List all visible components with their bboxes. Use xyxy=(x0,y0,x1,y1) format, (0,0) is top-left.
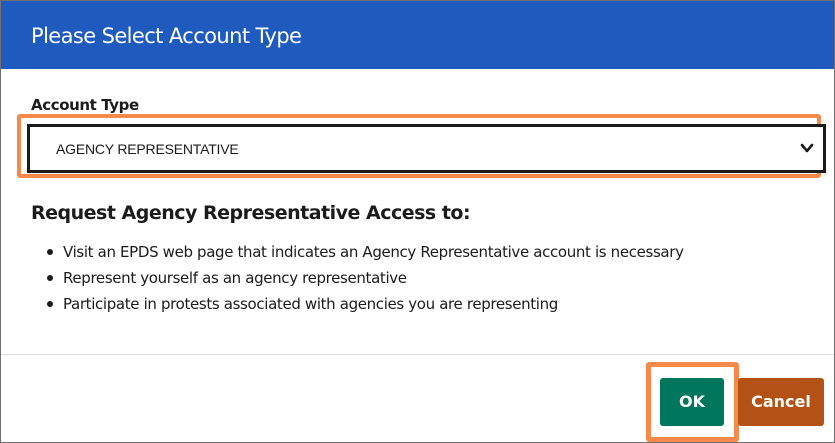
ok-button[interactable]: OK xyxy=(660,378,724,426)
chevron-down-icon xyxy=(800,143,814,153)
account-type-label: Account Type xyxy=(31,96,139,114)
list-item: Participate in protests associated with … xyxy=(47,291,684,317)
account-type-select[interactable]: AGENCY REPRESENTATIVE xyxy=(27,124,826,173)
list-item-text: Represent yourself as an agency represen… xyxy=(63,269,407,287)
footer-divider xyxy=(1,354,834,355)
cancel-button[interactable]: Cancel xyxy=(738,378,824,426)
account-type-dialog: Please Select Account Type Account Type … xyxy=(0,0,835,443)
dialog-header: Please Select Account Type xyxy=(1,1,834,69)
list-item-text: Visit an EPDS web page that indicates an… xyxy=(63,243,684,261)
bullet-icon xyxy=(47,249,53,255)
list-item: Represent yourself as an agency represen… xyxy=(47,265,684,291)
list-item-text: Participate in protests associated with … xyxy=(63,295,558,313)
access-list: Visit an EPDS web page that indicates an… xyxy=(47,239,684,317)
access-heading: Request Agency Representative Access to: xyxy=(31,202,471,224)
dialog-title: Please Select Account Type xyxy=(31,24,302,48)
account-type-selected-value: AGENCY REPRESENTATIVE xyxy=(56,141,239,157)
list-item: Visit an EPDS web page that indicates an… xyxy=(47,239,684,265)
bullet-icon xyxy=(47,301,53,307)
bullet-icon xyxy=(47,275,53,281)
